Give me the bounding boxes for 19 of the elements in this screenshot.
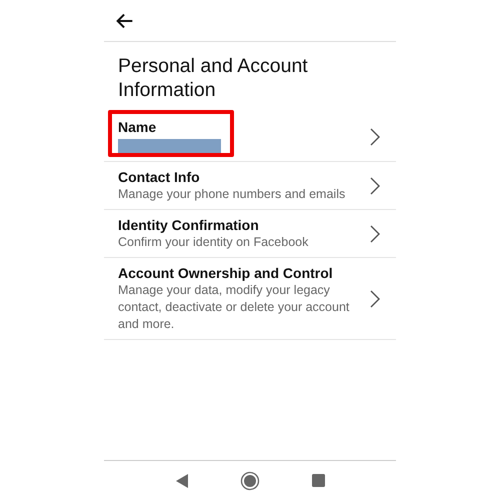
row-label: Contact Info [118, 168, 201, 186]
home-circle-icon[interactable] [240, 470, 260, 490]
settings-row[interactable]: Identity Confirmation Confirm your identity on Facebook [104, 210, 396, 258]
page-title: Personal and Account Information [117, 54, 309, 103]
row-label: Name [118, 118, 158, 136]
chevron-icon [370, 128, 380, 146]
row-description: Manage your data, modify your legacy contact, deactivate or delete your account and more. [118, 282, 350, 333]
chevron-icon [370, 290, 380, 308]
chevron-icon [370, 176, 380, 194]
row-description: Confirm your identity on Facebook [118, 234, 310, 251]
chevron-icon [370, 224, 380, 242]
row-description: Manage your phone numbers and emails [118, 186, 346, 203]
settings-row[interactable]: Name [104, 112, 396, 162]
back-triangle-icon[interactable] [176, 474, 188, 488]
row-label: Account Ownership and Control [118, 264, 334, 282]
square-icon[interactable] [312, 474, 324, 487]
row-label: Identity Confirmation [118, 216, 260, 234]
settings-row[interactable]: Account Ownership and Control Manage your data, modify your legacy contact, deactivate or delete your account and more. [104, 258, 396, 340]
settings-row[interactable]: Contact Info Manage your phone numbers and emails [104, 162, 396, 210]
